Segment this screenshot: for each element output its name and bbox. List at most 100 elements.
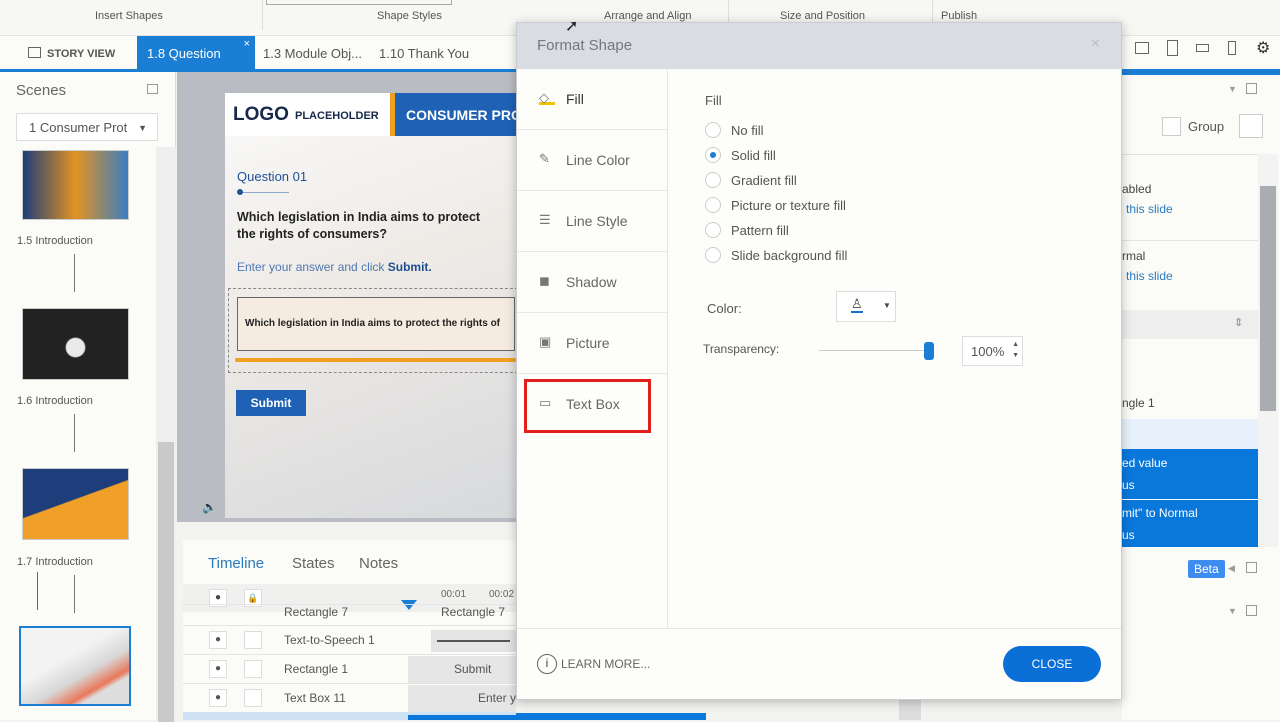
timeline-row[interactable]: ● Rectangle 1 Submit bbox=[183, 654, 516, 683]
scene-dropdown[interactable]: 1 Consumer Prot ▼ bbox=[16, 113, 158, 141]
triggers-panel: ▼ Group abled this slide rmal this slide ⇕… bbox=[1122, 72, 1280, 720]
shadow-icon: ◼ bbox=[539, 273, 550, 288]
scrollbar[interactable] bbox=[1258, 154, 1278, 547]
gear-icon[interactable]: ⚙ bbox=[1256, 38, 1270, 58]
divider bbox=[1122, 154, 1258, 155]
story-view-button[interactable]: STORY VIEW bbox=[18, 36, 125, 72]
eye-icon[interactable]: ● bbox=[209, 631, 227, 649]
selected-bar[interactable] bbox=[516, 713, 706, 720]
time-tick: 00:01 bbox=[441, 589, 467, 600]
trigger-item[interactable]: abled this slide bbox=[1122, 173, 1258, 241]
tab-label: 1.8 Question bbox=[147, 46, 221, 61]
trigger-condition: this slide bbox=[1126, 202, 1173, 216]
trigger-item-selected[interactable]: ed value us bbox=[1122, 449, 1258, 499]
tab-states[interactable]: States bbox=[292, 555, 335, 572]
color-picker[interactable]: ♙ ▼ bbox=[836, 291, 896, 322]
scrollbar[interactable] bbox=[156, 147, 176, 722]
nav-line-style[interactable]: ☰ Line Style bbox=[517, 191, 668, 252]
layer-bar[interactable]: Submit bbox=[408, 656, 516, 683]
layer-name: Text Box 11 bbox=[284, 691, 346, 705]
option-label: Picture or texture fill bbox=[731, 198, 846, 213]
radio-gradient-fill[interactable] bbox=[705, 172, 721, 188]
radio-no-fill[interactable] bbox=[705, 122, 721, 138]
dialog-nav: ◇ Fill ✎ Line Color ☰ Line Style ◼ Shadow ▣ P… bbox=[517, 69, 668, 629]
learn-more-link[interactable]: LEARN MORE... bbox=[561, 657, 650, 671]
trigger-item-selected[interactable]: mit" to Normal us bbox=[1122, 500, 1258, 547]
nav-shadow[interactable]: ◼ Shadow bbox=[517, 252, 668, 313]
radio-picture-fill[interactable] bbox=[705, 197, 721, 213]
trigger-wizard-icon[interactable] bbox=[1239, 114, 1263, 138]
option-label: Slide background fill bbox=[731, 248, 848, 263]
tab-1-8-question[interactable]: 1.8 Question × bbox=[137, 36, 255, 72]
trigger-condition: us bbox=[1122, 478, 1135, 492]
info-icon[interactable]: i bbox=[537, 654, 557, 674]
chevron-down-icon[interactable]: ▼ bbox=[1228, 84, 1237, 94]
scroll-handle[interactable] bbox=[899, 700, 921, 720]
timeline-row[interactable]: ● Text Box 11 Enter your answer and click … bbox=[183, 683, 516, 712]
trigger-item[interactable]: rmal this slide bbox=[1122, 242, 1258, 310]
mouse-cursor-icon: ➚ bbox=[565, 18, 579, 35]
lock-checkbox[interactable] bbox=[244, 660, 262, 678]
slide-thumbnail-1-8-selected[interactable] bbox=[19, 626, 131, 706]
answer-textbox[interactable]: Which legislation in India aims to prote… bbox=[237, 297, 515, 351]
submit-button[interactable]: Submit bbox=[236, 390, 306, 416]
timeline-row[interactable]: ● Text-to-Speech 1 bbox=[183, 625, 516, 654]
collapse-icon[interactable]: ⇕ bbox=[1234, 316, 1243, 329]
section-title: Fill bbox=[705, 93, 722, 108]
restore-icon[interactable] bbox=[1246, 605, 1257, 616]
timeline-row-selected[interactable] bbox=[183, 712, 516, 720]
spinner-icon[interactable]: ▲ ▼ bbox=[1012, 339, 1019, 361]
lock-checkbox[interactable] bbox=[244, 631, 262, 649]
transparency-input[interactable]: 100% ▲ ▼ bbox=[962, 336, 1023, 366]
nav-fill[interactable]: ◇ Fill bbox=[517, 69, 668, 130]
close-tab-icon[interactable]: × bbox=[244, 26, 250, 62]
close-icon[interactable]: × bbox=[1091, 35, 1100, 52]
slide-thumbnail-1-5[interactable] bbox=[22, 150, 129, 220]
radio-slide-background-fill[interactable] bbox=[705, 247, 721, 263]
restore-icon[interactable] bbox=[147, 84, 158, 94]
layer-bar[interactable]: Enter your answer and click Submit. bbox=[408, 685, 516, 712]
divider bbox=[262, 0, 263, 30]
option-label: Pattern fill bbox=[731, 223, 789, 238]
group-checkbox[interactable] bbox=[1162, 117, 1181, 136]
tab-1-10-thank-you[interactable]: 1.10 Thank You bbox=[369, 36, 479, 72]
banner-title: CONSUMER PRO bbox=[395, 93, 516, 136]
chevron-down-icon[interactable]: ▼ bbox=[1228, 606, 1237, 616]
transparency-slider-thumb[interactable] bbox=[924, 342, 934, 360]
phone-portrait-icon[interactable] bbox=[1228, 41, 1236, 55]
desktop-view-icon[interactable] bbox=[1135, 42, 1149, 54]
transparency-slider-track[interactable] bbox=[819, 350, 932, 351]
eye-icon[interactable]: ● bbox=[209, 689, 227, 707]
time-tick: 00:02 bbox=[489, 589, 515, 600]
radio-solid-fill[interactable] bbox=[705, 147, 721, 163]
question-label: Question 01 bbox=[237, 169, 308, 184]
tablet-portrait-icon[interactable] bbox=[1167, 40, 1178, 56]
restore-icon[interactable] bbox=[1246, 562, 1257, 573]
tab-notes[interactable]: Notes bbox=[359, 555, 398, 572]
shape-styles-gallery[interactable] bbox=[266, 0, 452, 5]
phone-landscape-icon[interactable] bbox=[1196, 44, 1209, 52]
slide: LOGO PLACEHOLDER CONSUMER PRO Question 0… bbox=[225, 93, 516, 518]
publish-button[interactable]: Publish bbox=[941, 10, 977, 22]
eye-icon[interactable]: ● bbox=[209, 660, 227, 678]
nav-picture[interactable]: ▣ Picture bbox=[517, 313, 668, 374]
slide-thumbnail-1-7[interactable] bbox=[22, 468, 129, 540]
slide-thumbnail-1-6[interactable] bbox=[22, 308, 129, 380]
chevron-left-icon[interactable]: ◀ bbox=[1228, 563, 1235, 574]
lock-checkbox[interactable] bbox=[244, 689, 262, 707]
line-style-icon: ☰ bbox=[539, 212, 551, 227]
speaker-icon[interactable]: 🔈 bbox=[202, 500, 217, 514]
paint-bucket-icon: ♙ bbox=[851, 296, 863, 313]
question-text: Which legislation in India aims to prote… bbox=[237, 210, 481, 241]
tab-1-3-module[interactable]: 1.3 Module Obj... bbox=[253, 36, 372, 72]
radio-pattern-fill[interactable] bbox=[705, 222, 721, 238]
restore-icon[interactable] bbox=[1246, 83, 1257, 94]
nav-line-color[interactable]: ✎ Line Color bbox=[517, 130, 668, 191]
timeline-row[interactable]: Rectangle 7 Rectangle 7 bbox=[183, 604, 516, 624]
close-button[interactable]: CLOSE bbox=[1003, 646, 1101, 682]
accent-line bbox=[1122, 72, 1280, 75]
audio-waveform[interactable] bbox=[431, 630, 516, 652]
hover-row[interactable] bbox=[1122, 419, 1258, 449]
tab-timeline[interactable]: Timeline bbox=[208, 555, 264, 572]
option-label: No fill bbox=[731, 123, 764, 138]
